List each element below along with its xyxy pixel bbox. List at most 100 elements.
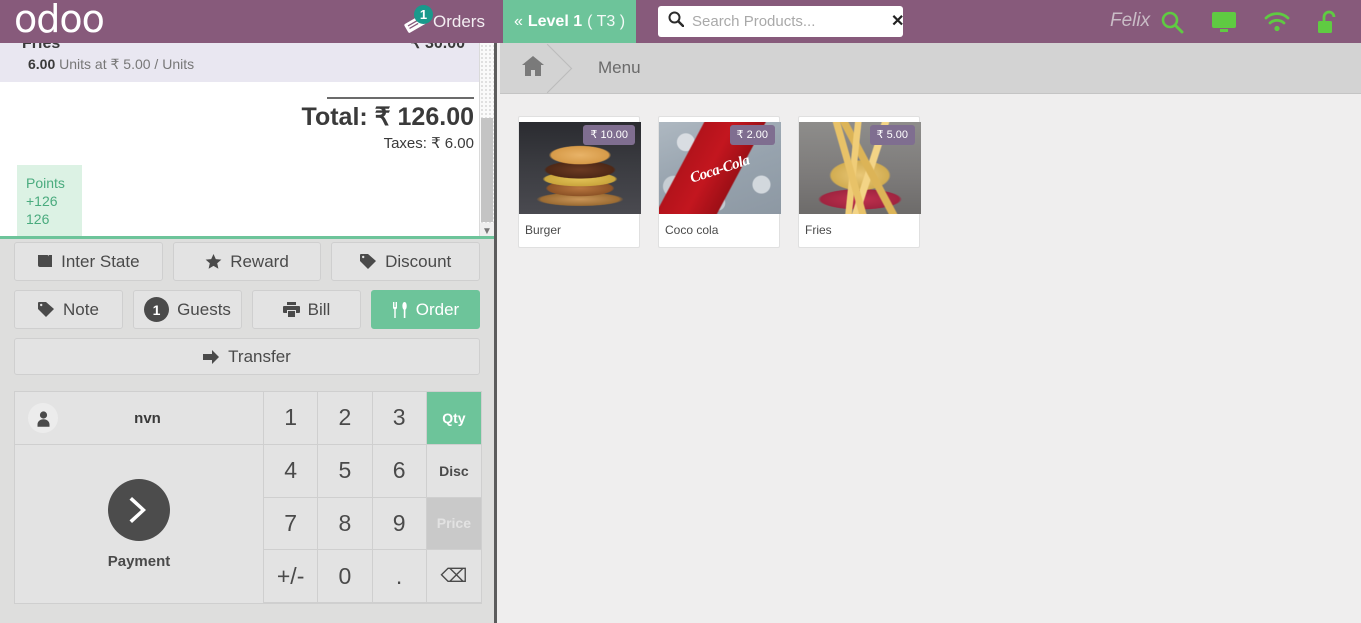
numpad-mode-price: Price xyxy=(426,497,481,551)
bill-button[interactable]: Bill xyxy=(252,290,361,329)
backspace-icon[interactable]: ⌫ xyxy=(426,550,481,603)
cutlery-icon xyxy=(392,301,408,318)
action-row-1: Inter State Reward Discount xyxy=(14,242,481,281)
order-panel: Fries ₹ 30.00 6.00 Units at ₹ 5.00 / Uni… xyxy=(0,0,497,623)
numpad-key-2[interactable]: 2 xyxy=(318,392,373,445)
breadcrumb-home[interactable] xyxy=(500,43,564,94)
numpad-key-plusminus[interactable]: +/- xyxy=(264,550,319,603)
action-row-3: Transfer xyxy=(14,338,480,375)
order-line-qty: 6.00 xyxy=(28,56,56,72)
chevron-right-icon xyxy=(108,478,170,541)
search-icon xyxy=(668,11,685,32)
book-icon xyxy=(37,254,53,269)
reward-label: Reward xyxy=(230,251,289,271)
top-header: odoo 1 Orders « Level 1 ( T3 ) ✕ Felix xyxy=(0,0,1361,43)
guest-count-badge: 1 xyxy=(144,297,170,322)
discount-button[interactable]: Discount xyxy=(331,242,481,281)
product-card-coco-cola[interactable]: ₹ 2.00 Coca-Cola Coco cola xyxy=(658,116,781,248)
transfer-button[interactable]: Transfer xyxy=(14,338,480,375)
discount-label: Discount xyxy=(385,251,452,271)
product-panel: Menu ₹ 10.00 Burger ₹ 2.00 Coca-Cola Coc… xyxy=(500,43,1361,623)
tag-icon xyxy=(38,302,55,317)
search-bar[interactable]: ✕ xyxy=(658,6,904,37)
numpad-mode-qty[interactable]: Qty xyxy=(426,392,481,445)
printer-icon xyxy=(282,302,300,317)
orders-label: Orders xyxy=(433,11,485,31)
table-selector-button[interactable]: « Level 1 ( T3 ) xyxy=(503,0,636,43)
note-button[interactable]: Note xyxy=(14,290,123,329)
star-icon xyxy=(205,253,222,270)
order-actions: Inter State Reward Discount Note 1 Guest… xyxy=(0,242,494,384)
note-label: Note xyxy=(63,299,99,319)
pos-screen: Fries ₹ 30.00 6.00 Units at ₹ 5.00 / Uni… xyxy=(0,0,1361,623)
monitor-icon[interactable] xyxy=(1211,11,1237,33)
arrow-right-icon xyxy=(203,349,220,364)
order-line-detail: 6.00 Units at ₹ 5.00 / Units xyxy=(22,56,465,73)
loyalty-points-box: Points +126 126 xyxy=(17,165,82,236)
product-price-badge: ₹ 2.00 xyxy=(729,125,775,145)
odoo-logo[interactable]: odoo xyxy=(14,0,105,38)
clear-search-icon[interactable]: ✕ xyxy=(891,13,904,30)
numpad-key-9[interactable]: 9 xyxy=(372,497,427,551)
product-card-burger[interactable]: ₹ 10.00 Burger xyxy=(518,116,641,248)
numpad-mode-disc[interactable]: Disc xyxy=(426,444,481,498)
points-balance: 126 xyxy=(26,210,50,227)
inter-state-button[interactable]: Inter State xyxy=(14,242,163,281)
wifi-icon[interactable] xyxy=(1264,11,1290,32)
numpad-key-6[interactable]: 6 xyxy=(372,444,427,498)
unlock-icon[interactable] xyxy=(1317,10,1339,34)
payment-side: nvn Payment xyxy=(15,392,264,603)
order-summary: Total: ₹ 126.00 Taxes: ₹ 6.00 xyxy=(214,97,474,152)
numpad-key-3[interactable]: 3 xyxy=(372,392,427,445)
cashier-name[interactable]: Felix xyxy=(1110,10,1150,32)
scrollbar-thumb[interactable] xyxy=(481,118,493,222)
product-name: Burger xyxy=(525,223,562,237)
guests-label: Guests xyxy=(177,299,231,319)
points-title: Points xyxy=(26,175,65,191)
summary-divider xyxy=(327,97,474,99)
scroll-down-arrow[interactable]: ▼ xyxy=(480,223,494,236)
transfer-label: Transfer xyxy=(228,346,291,366)
customer-name: nvn xyxy=(134,409,161,427)
payment-label: Payment xyxy=(107,552,171,570)
payment-button[interactable]: Payment xyxy=(15,445,263,603)
reward-button[interactable]: Reward xyxy=(172,242,322,281)
order-line-unit-text: Units at ₹ 5.00 / Units xyxy=(59,56,195,72)
inter-state-label: Inter State xyxy=(61,251,140,271)
breadcrumb-menu[interactable]: Menu xyxy=(564,43,661,94)
search-icon[interactable] xyxy=(1160,10,1184,34)
product-price-badge: ₹ 10.00 xyxy=(583,125,635,145)
numpad-key-0[interactable]: 0 xyxy=(318,550,373,603)
numpad-key-8[interactable]: 8 xyxy=(318,497,373,551)
breadcrumb: Menu xyxy=(500,43,1361,94)
order-taxes: Taxes: ₹ 6.00 xyxy=(383,135,474,153)
product-name: Coco cola xyxy=(665,223,719,237)
table-name-label: ( T3 ) xyxy=(587,12,626,30)
orders-count-badge: 1 xyxy=(414,4,433,24)
product-name: Fries xyxy=(805,223,832,237)
numpad-key-decimal[interactable]: . xyxy=(372,550,427,603)
numpad-key-5[interactable]: 5 xyxy=(318,444,373,498)
numpad-key-7[interactable]: 7 xyxy=(264,497,319,551)
numpad-payment-area: nvn Payment 1 2 3 Qty 4 5 6 Disc 7 8 9 P… xyxy=(14,391,482,604)
ticket-icon: 1 xyxy=(404,4,433,34)
tag-icon xyxy=(360,254,377,269)
search-input[interactable] xyxy=(692,13,891,30)
bill-label: Bill xyxy=(307,299,331,319)
avatar xyxy=(28,403,58,433)
order-total: Total: ₹ 126.00 xyxy=(301,103,474,131)
customer-button[interactable]: nvn xyxy=(15,392,263,445)
product-card-fries[interactable]: ₹ 5.00 Fries xyxy=(798,116,921,248)
product-price-badge: ₹ 5.00 xyxy=(869,125,915,145)
table-level-label: Level 1 xyxy=(527,12,583,30)
action-row-2: Note 1 Guests Bill Order xyxy=(14,290,480,329)
home-icon xyxy=(522,55,544,81)
numpad-key-4[interactable]: 4 xyxy=(264,444,319,498)
guests-button[interactable]: 1 Guests xyxy=(133,290,242,329)
numpad: 1 2 3 Qty 4 5 6 Disc 7 8 9 Price +/- 0 .… xyxy=(264,392,481,603)
numpad-key-1[interactable]: 1 xyxy=(264,392,319,445)
order-button[interactable]: Order xyxy=(371,290,480,329)
points-earned: +126 xyxy=(26,192,58,209)
order-label: Order xyxy=(415,299,460,319)
orders-button[interactable]: 1 Orders xyxy=(398,0,491,43)
